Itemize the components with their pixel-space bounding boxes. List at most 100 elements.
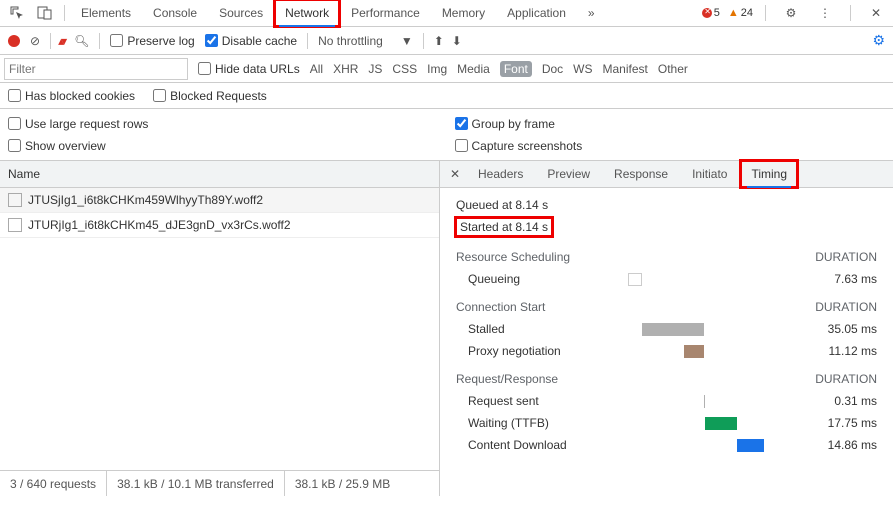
queued-at: Queued at 8.14 s	[456, 198, 877, 212]
clear-icon[interactable]: ⊘	[30, 34, 40, 48]
type-img[interactable]: Img	[427, 62, 447, 76]
type-css[interactable]: CSS	[392, 62, 417, 76]
download-label: Content Download	[468, 438, 628, 452]
type-other[interactable]: Other	[658, 62, 688, 76]
queueing-label: Queueing	[468, 272, 628, 286]
duration-header: DURATION	[815, 250, 877, 264]
hide-data-urls-checkbox[interactable]: Hide data URLs	[198, 62, 300, 76]
queueing-bar	[628, 273, 642, 286]
throttling-label: No throttling	[318, 34, 383, 48]
disable-cache-label: Disable cache	[222, 34, 297, 48]
requests-count: 3 / 640 requests	[0, 471, 107, 496]
upload-icon[interactable]: ⬆	[434, 34, 444, 48]
blocked-requests-label: Blocked Requests	[170, 89, 267, 103]
tab-timing[interactable]: Timing	[741, 161, 797, 187]
warning-icon: ▲	[728, 7, 739, 19]
warning-count: 24	[741, 7, 753, 19]
blocked-cookies-label: Has blocked cookies	[25, 89, 135, 103]
tab-headers[interactable]: Headers	[468, 161, 533, 187]
proxy-label: Proxy negotiation	[468, 344, 628, 358]
blocked-bar: Has blocked cookies Blocked Requests	[0, 83, 893, 109]
disable-cache-checkbox[interactable]: Disable cache	[205, 34, 297, 48]
tab-memory[interactable]: Memory	[432, 0, 495, 26]
show-overview-label: Show overview	[25, 139, 106, 153]
close-icon[interactable]: ✕	[863, 0, 889, 26]
download-bar	[737, 439, 764, 452]
close-details-icon[interactable]: ✕	[446, 167, 464, 181]
group-frame-checkbox[interactable]: Group by frame	[455, 117, 886, 131]
network-toolbar: ⊘ ▾▴ 🔍︎ Preserve log Disable cache No th…	[0, 27, 893, 55]
section-title: Connection Start	[456, 300, 545, 314]
details-tabs: ✕ Headers Preview Response Initiato Timi…	[440, 161, 893, 188]
tab-application[interactable]: Application	[497, 0, 576, 26]
large-rows-label: Use large request rows	[25, 117, 148, 131]
type-filters: All XHR JS CSS Img Media Font Doc WS Man…	[310, 61, 688, 77]
tab-preview[interactable]: Preview	[537, 161, 600, 187]
column-header-name[interactable]: Name	[0, 161, 439, 188]
transferred-size: 38.1 kB / 10.1 MB transferred	[107, 471, 285, 496]
inspect-icon[interactable]	[4, 0, 30, 26]
file-icon	[8, 218, 22, 232]
type-font[interactable]: Font	[500, 61, 532, 77]
hide-data-urls-label: Hide data URLs	[215, 62, 300, 76]
search-icon[interactable]: 🔍︎	[74, 34, 89, 48]
type-doc[interactable]: Doc	[542, 62, 563, 76]
details-panel: ✕ Headers Preview Response Initiato Timi…	[440, 161, 893, 496]
tab-elements[interactable]: Elements	[71, 0, 141, 26]
stalled-value: 35.05 ms	[807, 322, 877, 336]
tab-network[interactable]: Network	[275, 0, 339, 26]
preserve-log-label: Preserve log	[127, 34, 194, 48]
stalled-bar	[642, 323, 704, 336]
large-rows-checkbox[interactable]: Use large request rows	[8, 117, 439, 131]
request-name: JTUSjIg1_i6t8kCHKm459WlhyyTh89Y.woff2	[28, 193, 263, 207]
tab-console[interactable]: Console	[143, 0, 207, 26]
tab-more[interactable]: »	[578, 0, 605, 26]
warning-badge[interactable]: ▲24	[728, 7, 753, 19]
tab-sources[interactable]: Sources	[209, 0, 273, 26]
device-toggle-icon[interactable]	[32, 0, 58, 26]
duration-header: DURATION	[815, 300, 877, 314]
type-js[interactable]: JS	[368, 62, 382, 76]
ttfb-bar	[705, 417, 737, 430]
download-icon[interactable]: ⬇	[452, 34, 462, 48]
error-icon: ✕	[702, 8, 712, 18]
status-bar: 3 / 640 requests 38.1 kB / 10.1 MB trans…	[0, 470, 439, 496]
request-sent-value: 0.31 ms	[807, 394, 877, 408]
capture-screenshots-checkbox[interactable]: Capture screenshots	[455, 139, 886, 153]
tab-initiator[interactable]: Initiato	[682, 161, 737, 187]
blocked-requests-checkbox[interactable]: Blocked Requests	[153, 89, 267, 103]
chevron-down-icon: ▼	[401, 34, 413, 48]
preserve-log-checkbox[interactable]: Preserve log	[110, 34, 194, 48]
file-icon	[8, 193, 22, 207]
table-row[interactable]: JTURjIg1_i6t8kCHKm45_dJE3gnD_vx3rCs.woff…	[0, 213, 439, 238]
tab-response[interactable]: Response	[604, 161, 678, 187]
devtools-top-bar: Elements Console Sources Network Perform…	[0, 0, 893, 27]
settings-icon[interactable]: ⚙	[778, 0, 804, 26]
error-count: 5	[714, 7, 720, 19]
request-sent-bar	[704, 395, 705, 408]
error-badge[interactable]: ✕5	[702, 7, 720, 19]
timing-panel: Queued at 8.14 s Started at 8.14 s Resou…	[440, 188, 893, 496]
type-all[interactable]: All	[310, 62, 323, 76]
tab-performance[interactable]: Performance	[341, 0, 430, 26]
type-xhr[interactable]: XHR	[333, 62, 358, 76]
filter-input[interactable]	[4, 58, 188, 80]
stalled-label: Stalled	[468, 322, 628, 336]
show-overview-checkbox[interactable]: Show overview	[8, 139, 439, 153]
network-settings-icon[interactable]: ⚙	[872, 32, 885, 49]
download-value: 14.86 ms	[807, 438, 877, 452]
section-title: Resource Scheduling	[456, 250, 570, 264]
table-row[interactable]: JTUSjIg1_i6t8kCHKm459WlhyyTh89Y.woff2	[0, 188, 439, 213]
type-ws[interactable]: WS	[573, 62, 592, 76]
filter-icon[interactable]: ▾▴	[61, 34, 64, 48]
type-media[interactable]: Media	[457, 62, 490, 76]
request-sent-label: Request sent	[468, 394, 628, 408]
blocked-cookies-checkbox[interactable]: Has blocked cookies	[8, 89, 135, 103]
request-list: Name JTUSjIg1_i6t8kCHKm459WlhyyTh89Y.wof…	[0, 161, 440, 496]
type-manifest[interactable]: Manifest	[603, 62, 648, 76]
more-icon[interactable]: ⋮	[812, 0, 838, 26]
proxy-bar	[684, 345, 704, 358]
group-frame-label: Group by frame	[472, 117, 555, 131]
record-button[interactable]	[8, 35, 20, 47]
throttling-select[interactable]: No throttling ▼	[318, 34, 413, 48]
